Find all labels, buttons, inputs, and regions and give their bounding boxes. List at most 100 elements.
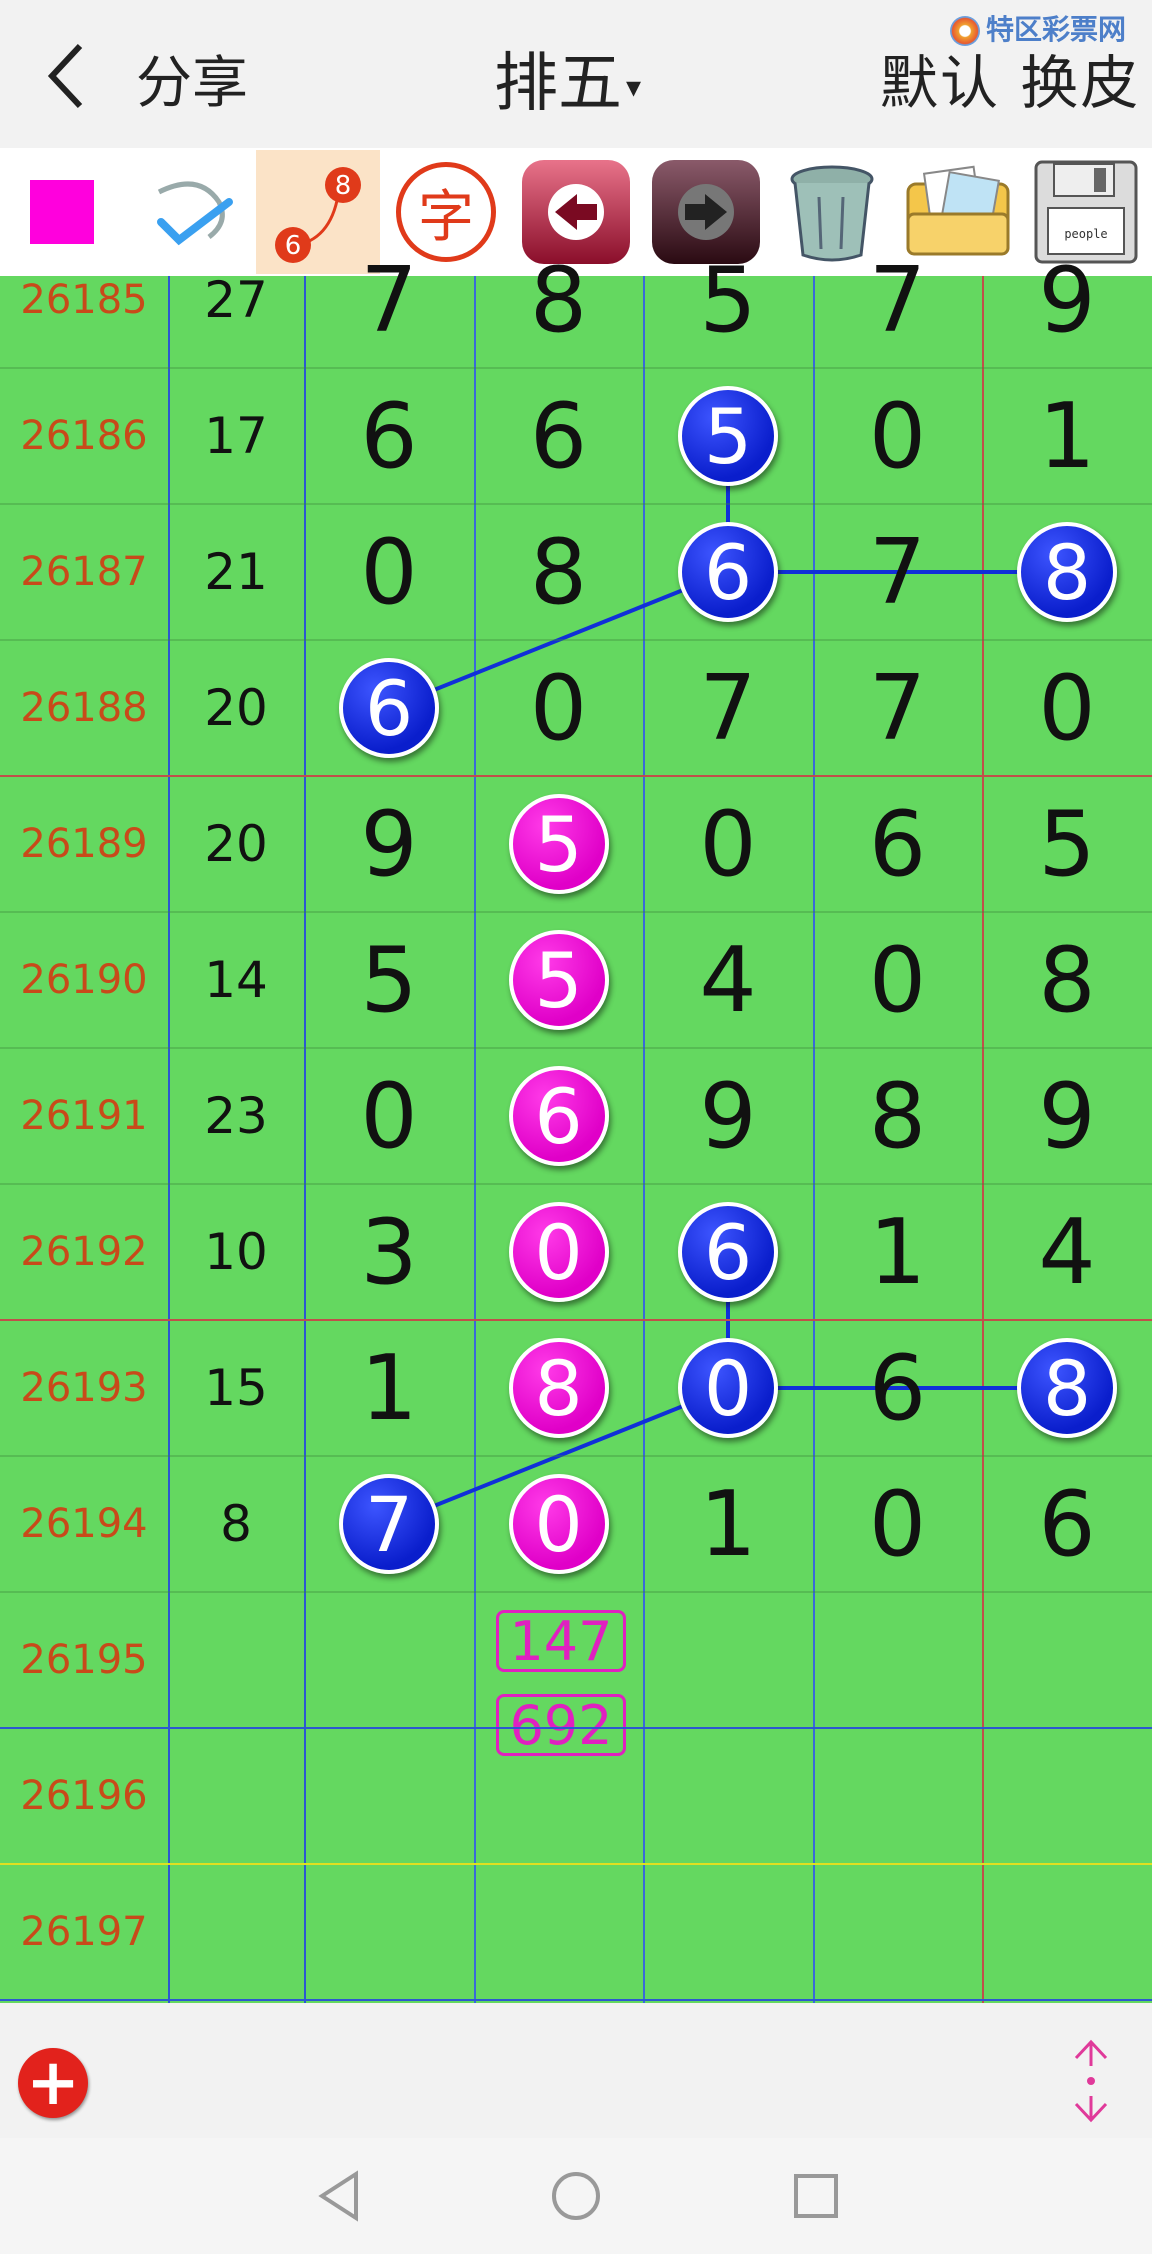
digit-cell[interactable]: 8 [982,912,1152,1048]
blue-marked-ball[interactable]: 6 [678,522,778,622]
blue-marked-ball[interactable]: 7 [339,1474,439,1574]
digit-cell[interactable]: 0 [982,640,1152,776]
digit-cell[interactable]: 7 [813,232,982,368]
digit-cell[interactable]: 5 [643,232,813,368]
sum-value-cell[interactable]: 21 [168,504,304,640]
issue-number-cell[interactable]: 26197 [0,1864,168,2000]
digit-cell[interactable]: 1 [813,1184,982,1320]
digit-cell[interactable]: 9 [643,1048,813,1184]
digit-cell[interactable] [813,1728,982,1864]
issue-number-cell[interactable]: 26186 [0,368,168,504]
sum-value-cell[interactable]: 14 [168,912,304,1048]
digit-cell[interactable] [643,1592,813,1728]
blue-marked-ball[interactable]: 8 [1017,522,1117,622]
issue-number-cell[interactable]: 26191 [0,1048,168,1184]
digit-cell[interactable]: 5 [474,776,643,912]
digit-cell[interactable]: 0 [813,368,982,504]
sum-value-cell[interactable]: 20 [168,640,304,776]
nav-home-icon[interactable] [546,2166,606,2226]
pink-marked-ball[interactable]: 8 [508,1338,609,1438]
digit-cell[interactable] [982,1864,1152,2000]
default-skin-button[interactable]: 默认 换皮 [880,36,1140,120]
share-button[interactable]: 分享 [136,38,248,119]
sum-value-cell[interactable] [168,1592,304,1728]
digit-cell[interactable]: 5 [643,368,813,504]
issue-number-cell[interactable]: 26190 [0,912,168,1048]
digit-cell[interactable]: 6 [304,640,474,776]
sum-value-cell[interactable]: 27 [168,232,304,368]
digit-cell[interactable]: 7 [304,1456,474,1592]
digit-cell[interactable]: 4 [643,912,813,1048]
digit-cell[interactable]: 6 [474,1048,643,1184]
pink-marked-ball[interactable]: 0 [508,1474,609,1574]
scroll-toggle-icon[interactable] [1066,2036,1116,2126]
nav-back-icon[interactable] [310,2166,370,2226]
digit-cell[interactable] [304,1592,474,1728]
pink-marked-ball[interactable]: 5 [508,794,609,894]
sum-value-cell[interactable]: 8 [168,1456,304,1592]
digit-cell[interactable] [982,1728,1152,1864]
sum-value-cell[interactable]: 20 [168,776,304,912]
digit-cell[interactable]: 6 [643,504,813,640]
sum-value-cell[interactable]: 10 [168,1184,304,1320]
digit-cell[interactable] [982,1592,1152,1728]
blue-marked-ball[interactable]: 5 [678,386,778,486]
digit-cell[interactable]: 6 [813,776,982,912]
issue-number-cell[interactable]: 26187 [0,504,168,640]
nav-recents-icon[interactable] [786,2166,846,2226]
digit-cell[interactable] [813,1864,982,2000]
blue-marked-ball[interactable]: 8 [1017,1338,1117,1438]
digit-cell[interactable] [474,1728,643,1864]
issue-number-cell[interactable]: 26196 [0,1728,168,1864]
digit-cell[interactable] [643,1864,813,2000]
digit-cell[interactable]: 1 [643,1456,813,1592]
back-arrow-icon[interactable] [38,36,98,116]
issue-number-cell[interactable]: 26195 [0,1592,168,1728]
digit-cell[interactable]: 8 [474,232,643,368]
pink-marked-ball[interactable]: 5 [508,930,609,1030]
digit-cell[interactable]: 0 [474,1456,643,1592]
digit-cell[interactable]: 0 [304,1048,474,1184]
digit-cell[interactable]: 0 [643,1320,813,1456]
issue-number-cell[interactable]: 26194 [0,1456,168,1592]
digit-cell[interactable]: 6 [813,1320,982,1456]
blue-marked-ball[interactable]: 6 [339,658,439,758]
blue-marked-ball[interactable]: 6 [678,1202,778,1302]
digit-cell[interactable]: 7 [813,504,982,640]
digit-cell[interactable]: 8 [982,1320,1152,1456]
digit-cell[interactable]: 8 [474,504,643,640]
digit-cell[interactable] [304,1728,474,1864]
digit-cell[interactable]: 5 [982,776,1152,912]
issue-number-cell[interactable]: 26193 [0,1320,168,1456]
digit-cell[interactable]: 7 [643,640,813,776]
blue-marked-ball[interactable]: 0 [678,1338,778,1438]
digit-cell[interactable]: 9 [982,232,1152,368]
digit-cell[interactable]: 8 [474,1320,643,1456]
digit-cell[interactable]: 6 [643,1184,813,1320]
lottery-type-dropdown[interactable]: 排五 ▾ [494,32,641,124]
digit-cell[interactable]: 7 [304,232,474,368]
digit-cell[interactable]: 9 [304,776,474,912]
issue-number-cell[interactable]: 26192 [0,1184,168,1320]
digit-cell[interactable]: 6 [982,1456,1152,1592]
digit-cell[interactable]: 9 [982,1048,1152,1184]
digit-cell[interactable]: 0 [474,1184,643,1320]
digit-cell[interactable]: 7 [813,640,982,776]
digit-cell[interactable]: 8 [813,1048,982,1184]
digit-cell[interactable] [643,1728,813,1864]
issue-number-cell[interactable]: 26188 [0,640,168,776]
digit-cell[interactable]: 4 [982,1184,1152,1320]
digit-cell[interactable] [474,1592,643,1728]
sum-value-cell[interactable]: 15 [168,1320,304,1456]
pink-marked-ball[interactable]: 6 [508,1066,609,1166]
issue-number-cell[interactable]: 26185 [0,232,168,368]
digit-cell[interactable]: 1 [982,368,1152,504]
sum-value-cell[interactable]: 23 [168,1048,304,1184]
pink-marked-ball[interactable]: 0 [508,1202,609,1302]
digit-cell[interactable]: 5 [474,912,643,1048]
issue-number-cell[interactable]: 26189 [0,776,168,912]
digit-cell[interactable]: 5 [304,912,474,1048]
digit-cell[interactable]: 8 [982,504,1152,640]
sum-value-cell[interactable] [168,1728,304,1864]
digit-cell[interactable] [813,1592,982,1728]
